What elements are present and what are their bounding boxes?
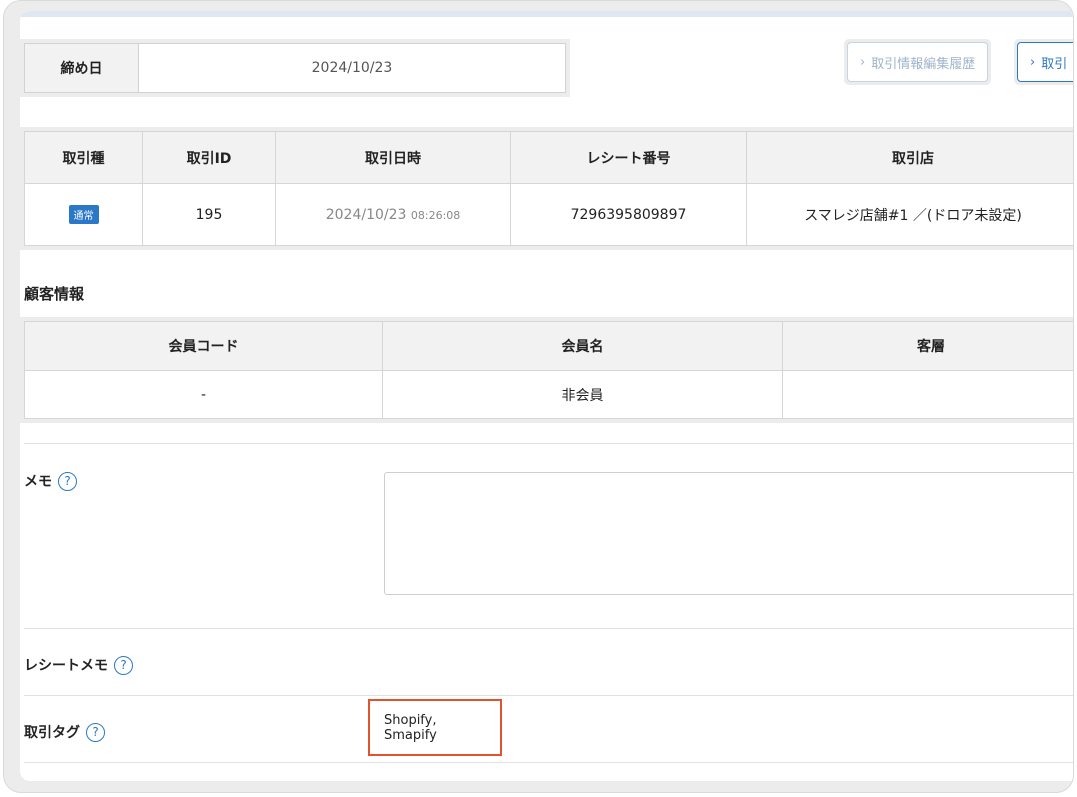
customer-table-wrap: 会員コード 会員名 客層 - 非会員 <box>20 317 1073 423</box>
chevron-right-icon: › <box>860 54 866 70</box>
customer-section-title: 顧客情報 <box>24 285 85 303</box>
receipt-memo-label: レシートメモ <box>24 658 108 674</box>
closing-date-label: 締め日 <box>25 44 139 92</box>
next-button-wrap: › 取引 <box>1014 39 1073 85</box>
member-code: - <box>24 370 383 419</box>
memo-label: メモ <box>24 474 52 490</box>
member-name: 非会員 <box>382 370 783 419</box>
closing-date-box: 締め日 2024/10/23 <box>20 39 570 97</box>
col-header-receipt-no: レシート番号 <box>510 131 747 184</box>
transaction-table: 取引種 取引ID 取引日時 レシート番号 取引店 通常 195 2024/10/… <box>24 131 1073 246</box>
table-row: 通常 195 2024/10/23 08:26:08 7296395809897… <box>24 183 1073 246</box>
tags-label-row: 取引タグ ? <box>24 722 105 742</box>
next-button[interactable]: › 取引 <box>1017 42 1073 82</box>
memo-textarea[interactable] <box>384 472 1073 595</box>
status-badge: 通常 <box>68 205 99 224</box>
customer-segment <box>782 370 1073 419</box>
help-circle-icon[interactable]: ? <box>86 722 105 742</box>
detail-panel: 締め日 2024/10/23 › 取引情報編集履歴 › 取引 取引種 取引ID … <box>20 11 1073 781</box>
receipt-number: 7296395809897 <box>510 183 747 246</box>
transaction-time: 08:26:08 <box>410 208 461 222</box>
type-cell: 通常 <box>24 183 143 246</box>
transaction-date: 2024/10/23 <box>325 206 407 223</box>
memo-label-row: メモ ? <box>24 471 77 491</box>
col-header-store: 取引店 <box>746 131 1073 184</box>
chevron-right-icon: › <box>1030 54 1036 70</box>
divider <box>24 695 1073 696</box>
store-name: スマレジ店舗#1 ／(ドロア未設定) <box>746 183 1073 246</box>
col-header-type: 取引種 <box>24 131 143 184</box>
col-header-segment: 客層 <box>782 321 1073 371</box>
table-row: - 非会員 <box>24 370 1073 419</box>
panel-top-strip <box>20 11 1073 17</box>
divider <box>24 443 1073 444</box>
transaction-table-wrap: 取引種 取引ID 取引日時 レシート番号 取引店 通常 195 2024/10/… <box>20 127 1073 250</box>
edit-history-button-wrap: › 取引情報編集履歴 <box>844 39 992 85</box>
col-header-datetime: 取引日時 <box>275 131 511 184</box>
receipt-memo-label-row: レシートメモ ? <box>24 655 133 675</box>
tags-value: Shopify, Smapify <box>368 699 502 756</box>
col-header-member-code: 会員コード <box>24 321 383 371</box>
edit-history-button[interactable]: › 取引情報編集履歴 <box>847 42 989 82</box>
col-header-member-name: 会員名 <box>382 321 783 371</box>
divider <box>24 628 1073 629</box>
next-button-label: 取引 <box>1041 56 1068 72</box>
tags-label: 取引タグ <box>24 725 80 741</box>
help-circle-icon[interactable]: ? <box>114 655 133 675</box>
closing-date-value: 2024/10/23 <box>311 60 393 76</box>
window-frame: 締め日 2024/10/23 › 取引情報編集履歴 › 取引 取引種 取引ID … <box>3 0 1074 793</box>
divider <box>24 762 1073 763</box>
transaction-datetime: 2024/10/23 08:26:08 <box>275 183 511 246</box>
help-circle-icon[interactable]: ? <box>58 471 77 491</box>
col-header-id: 取引ID <box>142 131 276 184</box>
customer-table: 会員コード 会員名 客層 - 非会員 <box>24 321 1073 419</box>
edit-history-button-label: 取引情報編集履歴 <box>871 56 976 72</box>
transaction-id: 195 <box>142 183 276 246</box>
